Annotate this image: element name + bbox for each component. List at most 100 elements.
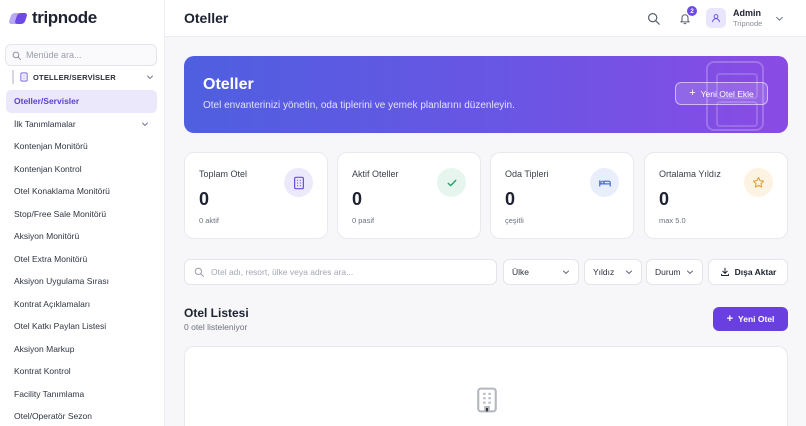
stat-value: 0 bbox=[352, 189, 363, 209]
sidebar: tripnode OTELLER/SERVİSLER Oteller/Servi… bbox=[0, 0, 165, 426]
stat-card-room-types: Oda Tipleri 0 çeşitli bbox=[490, 152, 634, 239]
stat-sub: 0 pasif bbox=[352, 216, 375, 225]
stat-label: Aktif Oteller bbox=[352, 169, 399, 179]
sidebar-item-label: Oteller/Servisler bbox=[14, 96, 80, 107]
sidebar-item-aksiyon-uygulama-sirasi[interactable]: Aksiyon Uygulama Sırası bbox=[6, 270, 157, 293]
hotel-search bbox=[184, 259, 497, 285]
sidebar-item-label: Stop/Free Sale Monitörü bbox=[14, 208, 107, 219]
bed-icon bbox=[590, 168, 619, 197]
hotel-list-empty-state bbox=[184, 346, 788, 426]
chevron-down-icon bbox=[687, 270, 693, 275]
user-icon bbox=[712, 14, 720, 23]
star-select-label: Yıldız bbox=[593, 267, 615, 277]
sidebar-item-otel-konaklama-monitoru[interactable]: Otel Konaklama Monitörü bbox=[6, 180, 157, 203]
notifications-button[interactable]: 2 bbox=[676, 6, 697, 27]
sidebar-item-label: Otel Katkı Paylan Listesi bbox=[14, 321, 107, 332]
sidebar-search-input[interactable] bbox=[26, 50, 146, 60]
sidebar-item-kontenjan-monitoru[interactable]: Kontenjan Monitörü bbox=[6, 135, 157, 158]
chevron-down-icon bbox=[147, 75, 153, 80]
logo-mark-icon bbox=[8, 12, 28, 24]
sidebar-item-aksiyon-markup[interactable]: Aksiyon Markup bbox=[6, 338, 157, 361]
stat-value: 0 bbox=[199, 189, 210, 209]
sidebar-section-label: OTELLER/SERVİSLER bbox=[33, 72, 116, 82]
stat-card-average-stars: Ortalama Yıldız 0 max 5.0 bbox=[644, 152, 788, 239]
hotel-list-title: Otel Listesi bbox=[184, 306, 249, 320]
logo[interactable]: tripnode bbox=[8, 8, 97, 28]
chevron-down-icon bbox=[776, 16, 784, 21]
sidebar-item-stop-free-sale-monitoru[interactable]: Stop/Free Sale Monitörü bbox=[6, 203, 157, 226]
status-select[interactable]: Durum bbox=[646, 259, 703, 285]
stat-sub: max 5.0 bbox=[659, 216, 686, 225]
user-menu[interactable]: Admin Tripnode bbox=[706, 6, 784, 30]
sidebar-item-label: Kontrat Açıklamaları bbox=[14, 298, 91, 309]
sidebar-item-label: Kontenjan Kontrol bbox=[14, 163, 82, 174]
sidebar-item-otel-katki-paylan-listesi[interactable]: Otel Katkı Paylan Listesi bbox=[6, 315, 157, 338]
user-name: Admin bbox=[733, 7, 761, 18]
new-hotel-button-label: Yeni Otel bbox=[738, 314, 775, 324]
country-select-label: Ülke bbox=[512, 267, 530, 277]
sidebar-item-label: Kontenjan Monitörü bbox=[14, 141, 88, 152]
sidebar-item-label: Aksiyon Markup bbox=[14, 343, 75, 354]
star-select[interactable]: Yıldız bbox=[584, 259, 642, 285]
sidebar-item-otel-operator-sezon[interactable]: Otel/Operatör Sezon bbox=[6, 405, 157, 426]
sidebar-item-label: Otel Extra Monitörü bbox=[14, 253, 88, 264]
user-org: Tripnode bbox=[733, 18, 763, 28]
hero-subtitle: Otel envanterinizi yönetin, oda tiplerin… bbox=[203, 100, 515, 111]
stat-card-total-hotels: Toplam Otel 0 0 aktif bbox=[184, 152, 328, 239]
add-hotel-button[interactable]: + Yeni Otel Ekle bbox=[675, 82, 768, 105]
sidebar-section-toggle[interactable]: OTELLER/SERVİSLER bbox=[12, 70, 154, 84]
stat-card-active-hotels: Aktif Oteller 0 0 pasif bbox=[337, 152, 481, 239]
export-button-label: Dışa Aktar bbox=[734, 267, 777, 277]
stat-sub: 0 aktif bbox=[199, 216, 220, 225]
sidebar-item-aksiyon-monitoru[interactable]: Aksiyon Monitörü bbox=[6, 225, 157, 248]
avatar bbox=[706, 8, 726, 28]
page-title: Oteller bbox=[184, 10, 229, 26]
building-icon bbox=[20, 72, 28, 82]
search-icon bbox=[12, 51, 21, 60]
hotel-list-count: 0 otel listeleniyor bbox=[184, 322, 248, 332]
sidebar-item-label: Otel/Operatör Sezon bbox=[14, 411, 92, 422]
new-hotel-button[interactable]: + Yeni Otel bbox=[713, 307, 788, 331]
star-icon bbox=[744, 168, 773, 197]
sidebar-item-label: Kontrat Kontrol bbox=[14, 366, 71, 377]
sidebar-item-label: Aksiyon Uygulama Sırası bbox=[14, 276, 109, 287]
country-select[interactable]: Ülke bbox=[503, 259, 579, 285]
sidebar-item-facility-tanimlama[interactable]: Facility Tanımlama bbox=[6, 383, 157, 406]
sidebar-item-label: Facility Tanımlama bbox=[14, 388, 85, 399]
stat-label: Toplam Otel bbox=[199, 169, 248, 179]
sidebar-search bbox=[5, 44, 157, 66]
plus-icon: + bbox=[726, 312, 734, 325]
search-icon bbox=[194, 267, 204, 277]
chevron-down-icon bbox=[626, 270, 632, 275]
sidebar-item-label: İlk Tanımlamalar bbox=[14, 118, 76, 129]
sidebar-item-kontenjan-kontrol[interactable]: Kontenjan Kontrol bbox=[6, 158, 157, 181]
top-header: Oteller 2 Admin Tripnode bbox=[165, 0, 806, 37]
hero-title: Oteller bbox=[203, 76, 254, 93]
add-hotel-button-label: Yeni Otel Ekle bbox=[700, 88, 754, 99]
sidebar-item-kontrat-aciklamalari[interactable]: Kontrat Açıklamaları bbox=[6, 293, 157, 316]
sidebar-item-oteller-servisler[interactable]: Oteller/Servisler bbox=[6, 90, 157, 113]
download-icon bbox=[720, 267, 729, 276]
building-icon bbox=[284, 168, 313, 197]
sidebar-item-kontrat-kontrol[interactable]: Kontrat Kontrol bbox=[6, 360, 157, 383]
sidebar-item-label: Aksiyon Monitörü bbox=[14, 231, 80, 242]
building-icon bbox=[477, 387, 497, 413]
sidebar-item-otel-extra-monitoru[interactable]: Otel Extra Monitörü bbox=[6, 248, 157, 271]
sidebar-item-ilk-tanimlamalar[interactable]: İlk Tanımlamalar bbox=[6, 113, 157, 136]
header-search-button[interactable] bbox=[644, 9, 662, 27]
stat-value: 0 bbox=[505, 189, 516, 209]
export-button[interactable]: Dışa Aktar bbox=[708, 259, 788, 285]
plus-icon: + bbox=[689, 87, 696, 99]
stat-sub: çeşitli bbox=[505, 216, 524, 225]
sidebar-item-label: Otel Konaklama Monitörü bbox=[14, 186, 110, 197]
check-icon bbox=[437, 168, 466, 197]
chevron-down-icon bbox=[563, 270, 569, 275]
hotel-search-input[interactable] bbox=[211, 267, 481, 277]
chevron-down-icon bbox=[142, 122, 148, 126]
search-icon bbox=[647, 12, 660, 25]
notification-badge: 2 bbox=[687, 6, 697, 16]
stat-value: 0 bbox=[659, 189, 670, 209]
sidebar-nav: Oteller/Servisler İlk Tanımlamalar Konte… bbox=[6, 90, 157, 426]
stat-label: Ortalama Yıldız bbox=[659, 169, 721, 179]
hero-banner: Oteller Otel envanterinizi yönetin, oda … bbox=[184, 56, 788, 133]
